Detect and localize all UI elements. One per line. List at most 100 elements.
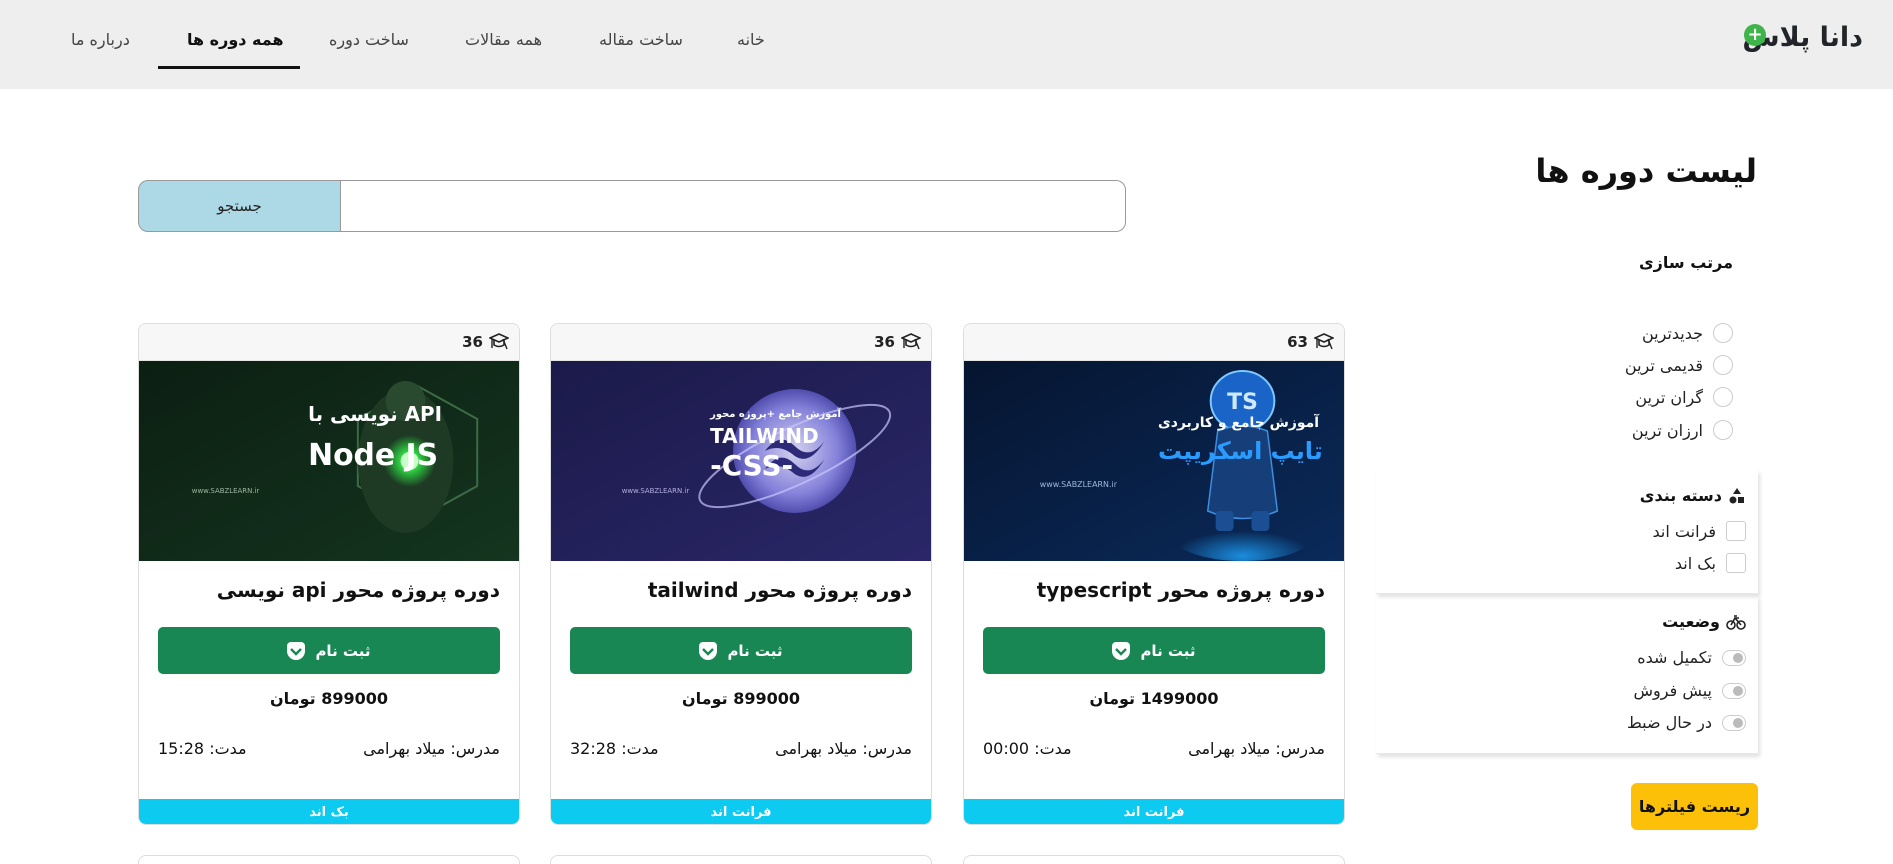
card-header: 63: [964, 324, 1344, 361]
course-image-nodejs[interactable]: API نویسی با Node JS www.SABZLEARN.ir: [139, 361, 519, 561]
category-title-label: دسته بندی: [1639, 486, 1722, 505]
category-option-backend[interactable]: بک اند: [1675, 553, 1746, 573]
students-count-value: 36: [462, 333, 483, 351]
radio-button[interactable]: [1713, 387, 1733, 407]
checkbox[interactable]: [1726, 521, 1746, 541]
nav-link-create-article[interactable]: ساخت مقاله: [599, 30, 683, 49]
radio-button[interactable]: [1713, 323, 1733, 343]
category-option-frontend[interactable]: فرانت اند: [1653, 521, 1746, 541]
bicycle-icon: [1726, 614, 1746, 630]
status-option-label: پیش فروش: [1633, 681, 1713, 700]
course-price: 899000 تومان: [682, 689, 800, 708]
course-teacher: مدرس: میلاد بهرامی: [775, 739, 912, 758]
toggle-switch[interactable]: [1722, 714, 1746, 731]
course-image-tailwind[interactable]: آموزش جامع +پروژه محور TAILWIND -CSS- ww…: [551, 361, 931, 561]
course-image-typescript[interactable]: TS آموزش جامع و کاربردی تایپ اسکریپت www…: [964, 361, 1344, 561]
course-teacher: مدرس: میلاد بهرامی: [363, 739, 500, 758]
enroll-button-label: ثبت نام: [315, 641, 371, 660]
course-card-partial[interactable]: [138, 855, 520, 864]
category-filter-title: دسته بندی: [1640, 486, 1746, 505]
course-card[interactable]: 36 API نویسی با Node JS www.SABZLEARN.ir…: [138, 323, 520, 825]
course-price: 1499000 تومان: [1089, 689, 1219, 708]
course-teacher: مدرس: میلاد بهرامی: [1188, 739, 1325, 758]
course-title[interactable]: دوره پروژه محور tailwind: [648, 578, 912, 602]
active-tab-indicator: [158, 66, 300, 69]
status-filter-panel: وضعیت تکمیل شده پیش فروش در حال ضبط: [1376, 596, 1758, 754]
toggle-switch[interactable]: [1722, 682, 1746, 699]
enroll-button-label: ثبت نام: [1140, 641, 1196, 660]
page-title: لیست دوره ها: [1535, 152, 1757, 190]
category-option-label: بک اند: [1674, 553, 1716, 573]
enroll-button[interactable]: ثبت نام: [570, 627, 912, 674]
nav-link-create-course[interactable]: ساخت دوره: [329, 30, 409, 49]
course-category-badge: فرانت اند: [964, 799, 1344, 824]
course-title[interactable]: دوره پروژه محور typescript: [1037, 578, 1325, 602]
status-option-presale[interactable]: پیش فروش: [1633, 681, 1746, 700]
sort-option-cheapest[interactable]: ارزان ترین: [1632, 419, 1733, 441]
svg-text:تایپ اسکریپت: تایپ اسکریپت: [1158, 437, 1323, 465]
shield-check-icon: [699, 641, 718, 660]
sort-option-label: گران ترین: [1635, 387, 1703, 407]
students-count: 63: [1287, 333, 1334, 351]
status-option-completed[interactable]: تکمیل شده: [1637, 648, 1746, 667]
enroll-button-label: ثبت نام: [727, 641, 783, 660]
sort-option-label: جدیدترین: [1641, 323, 1703, 343]
svg-text:آموزش جامع و کاربردی: آموزش جامع و کاربردی: [1158, 413, 1320, 431]
graduation-cap-icon: [489, 333, 509, 350]
search-input[interactable]: [340, 180, 1126, 232]
status-filter-title: وضعیت: [1662, 612, 1746, 631]
status-option-recording[interactable]: در حال ضبط: [1627, 713, 1746, 732]
status-title-label: وضعیت: [1662, 612, 1720, 631]
enroll-button[interactable]: ثبت نام: [158, 627, 500, 674]
svg-text:API نویسی با: API نویسی با: [308, 402, 442, 426]
sort-option-oldest[interactable]: قدیمی ترین: [1625, 354, 1733, 376]
nav-link-home[interactable]: خانه: [737, 30, 765, 49]
category-filter-panel: دسته بندی فرانت اند بک اند: [1376, 470, 1758, 594]
svg-text:www.SABZLEARN.ir: www.SABZLEARN.ir: [1040, 480, 1118, 489]
svg-text:-CSS-: -CSS-: [710, 449, 793, 482]
search-button[interactable]: جستجو: [138, 180, 341, 232]
card-header: 36: [551, 324, 931, 361]
shapes-icon: [1729, 487, 1744, 503]
graduation-cap-icon: [1314, 333, 1334, 350]
graduation-cap-icon: [901, 333, 921, 350]
shield-check-icon: [287, 641, 306, 660]
enroll-button[interactable]: ثبت نام: [983, 627, 1325, 674]
sort-option-label: قدیمی ترین: [1624, 355, 1703, 375]
course-card[interactable]: 36 آموزش جامع +پروژه محور TAILWIND -CSS-…: [550, 323, 932, 825]
course-duration: مدت: 32:28: [570, 739, 659, 758]
status-option-label: تکمیل شده: [1637, 648, 1712, 667]
course-duration: مدت: 15:28: [158, 739, 247, 758]
course-title[interactable]: دوره پروژه محور api نویسی: [217, 578, 500, 602]
checkbox[interactable]: [1726, 553, 1746, 573]
course-card-partial[interactable]: [550, 855, 932, 864]
students-count: 36: [874, 333, 921, 351]
svg-text:www.SABZLEARN.ir: www.SABZLEARN.ir: [622, 487, 690, 495]
plus-circle-icon: +: [1744, 24, 1766, 46]
card-header: 36: [139, 324, 519, 361]
shield-check-icon: [1112, 641, 1131, 660]
course-duration: مدت: 00:00: [983, 739, 1072, 758]
sort-option-most-expensive[interactable]: گران ترین: [1635, 386, 1733, 408]
course-category-badge: بک اند: [139, 799, 519, 824]
sort-title: مرتب سازی: [1639, 253, 1733, 272]
reset-filters-button[interactable]: ریست فیلترها: [1631, 783, 1758, 830]
course-card-partial[interactable]: [963, 855, 1345, 864]
sort-option-newest[interactable]: جدیدترین: [1642, 322, 1733, 344]
nav-link-all-articles[interactable]: همه مقالات: [465, 30, 542, 49]
course-card[interactable]: 63 TS آموزش جامع و کاربردی تایپ اسکریپت …: [963, 323, 1345, 825]
toggle-switch[interactable]: [1722, 649, 1746, 666]
radio-button[interactable]: [1713, 355, 1733, 375]
category-option-label: فرانت اند: [1652, 521, 1716, 541]
students-count: 36: [462, 333, 509, 351]
svg-text:Node JS: Node JS: [308, 438, 438, 473]
sort-option-label: ارزان ترین: [1631, 420, 1703, 440]
nav-link-about[interactable]: درباره ما: [71, 30, 130, 49]
nav-link-all-courses[interactable]: همه دوره ها: [187, 30, 284, 49]
svg-text:www.SABZLEARN.ir: www.SABZLEARN.ir: [192, 487, 260, 495]
course-category-badge: فرانت اند: [551, 799, 931, 824]
radio-button[interactable]: [1713, 420, 1733, 440]
status-option-label: در حال ضبط: [1626, 713, 1712, 732]
students-count-value: 63: [1287, 333, 1308, 351]
svg-text:TAILWIND: TAILWIND: [710, 424, 818, 448]
